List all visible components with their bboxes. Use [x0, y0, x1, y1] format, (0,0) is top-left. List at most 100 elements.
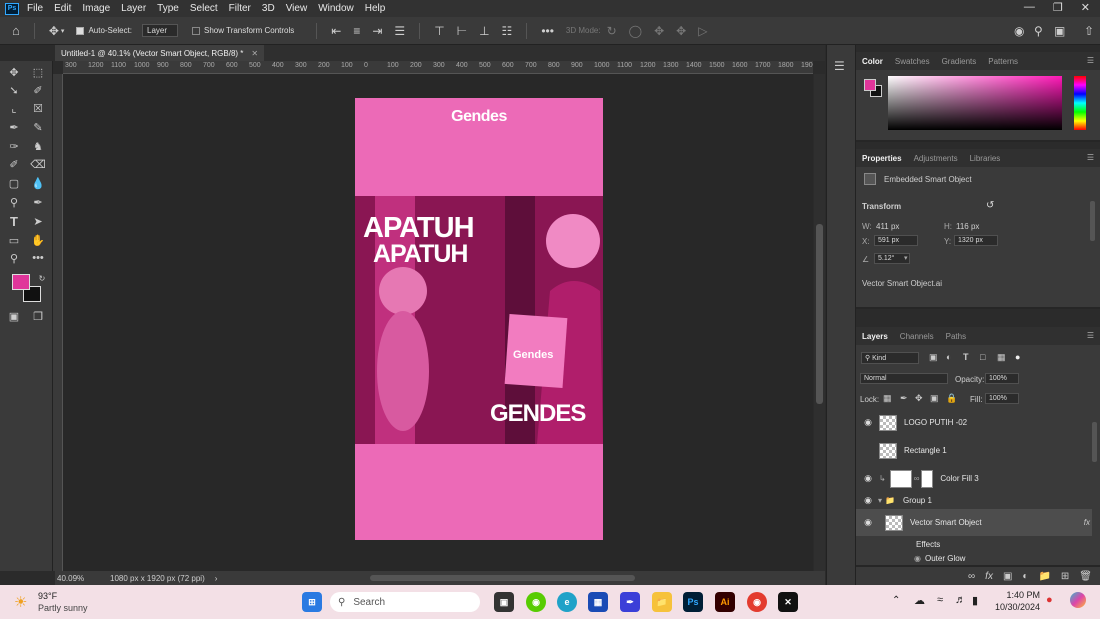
- move-tool-icon[interactable]: ✥: [49, 24, 59, 38]
- y-position-field[interactable]: 1320 px: [954, 235, 998, 246]
- hand-tool-icon[interactable]: ✋: [30, 233, 46, 247]
- lock-all-icon[interactable]: 🔒: [946, 393, 957, 404]
- menu-file[interactable]: File: [27, 3, 43, 14]
- height-value[interactable]: 116 px: [956, 222, 979, 231]
- layer-row-selected[interactable]: ◉ Vector Smart Object fx: [856, 509, 1092, 536]
- photo-layer[interactable]: APATUH APATUH Gendes GENDES: [355, 196, 603, 444]
- auto-select-checkbox[interactable]: [76, 26, 85, 35]
- x-position-field[interactable]: 591 px: [874, 235, 918, 246]
- file-explorer-icon[interactable]: 📁: [652, 592, 672, 612]
- distribute-icon[interactable]: ☰: [394, 24, 405, 38]
- store-icon[interactable]: ▦: [588, 592, 608, 612]
- eyedropper-tool-icon[interactable]: ✒: [6, 120, 22, 134]
- minimize-icon[interactable]: —: [1024, 1, 1035, 14]
- foreground-color-swatch[interactable]: [12, 274, 30, 290]
- volume-icon[interactable]: ♬: [955, 594, 966, 606]
- document-tab[interactable]: Untitled-1 @ 40.1% (Vector Smart Object,…: [55, 45, 265, 61]
- layer-name[interactable]: LOGO PUTIH -02: [904, 418, 967, 427]
- close-icon[interactable]: ✕: [1081, 1, 1090, 14]
- layer-name[interactable]: Group 1: [903, 496, 932, 505]
- layer-row[interactable]: ◉ ↳ ∞ Color Fill 3: [856, 465, 1092, 492]
- new-adjustment-icon[interactable]: ◐: [1022, 571, 1028, 582]
- swap-colors-icon[interactable]: ↻: [34, 271, 50, 285]
- align-center-icon[interactable]: ≡: [353, 24, 360, 38]
- pen-app-icon[interactable]: ✒: [620, 592, 640, 612]
- visibility-eye-icon[interactable]: ◉: [861, 473, 875, 484]
- zoom-tool-icon[interactable]: ⚲: [6, 251, 22, 265]
- illustrator-taskbar-icon[interactable]: Ai: [715, 592, 735, 612]
- search-box[interactable]: ⚲ Search: [330, 592, 480, 612]
- duolingo-icon[interactable]: ◉: [526, 592, 546, 612]
- eraser-tool-icon[interactable]: ⌫: [30, 157, 46, 171]
- lasso-tool-icon[interactable]: ➘: [6, 83, 22, 97]
- more-options-icon[interactable]: •••: [541, 24, 554, 38]
- chrome-icon[interactable]: ◉: [747, 592, 767, 612]
- tab-paths[interactable]: Paths: [946, 332, 966, 341]
- lock-artboard-icon[interactable]: ▣: [930, 393, 939, 404]
- effects-fx-icon[interactable]: fx: [1084, 518, 1090, 527]
- filter-pixel-icon[interactable]: ▣: [929, 352, 938, 363]
- opacity-field[interactable]: 100%: [985, 373, 1019, 384]
- lock-image-icon[interactable]: ✒: [900, 393, 908, 404]
- add-style-icon[interactable]: fx: [985, 571, 993, 582]
- tab-channels[interactable]: Channels: [900, 332, 934, 341]
- layers-scrollbar[interactable]: [1092, 422, 1097, 462]
- tab-swatches[interactable]: Swatches: [895, 57, 930, 66]
- tab-color[interactable]: Color: [862, 57, 883, 66]
- align-top-icon[interactable]: ⊤: [434, 24, 444, 38]
- menu-help[interactable]: Help: [365, 3, 386, 14]
- visibility-eye-icon[interactable]: ◉: [861, 517, 875, 528]
- outer-glow-effect-row[interactable]: ◉ Outer Glow: [856, 553, 1092, 563]
- menu-filter[interactable]: Filter: [229, 3, 251, 14]
- layer-row[interactable]: Rectangle 1: [856, 437, 1092, 464]
- history-brush-tool-icon[interactable]: ✐: [6, 157, 22, 171]
- panel-menu-icon[interactable]: ☰: [1087, 153, 1094, 162]
- wifi-icon[interactable]: ≈: [937, 594, 943, 606]
- tab-layers[interactable]: Layers: [862, 332, 888, 341]
- lock-position-icon[interactable]: ✥: [915, 393, 923, 404]
- menu-type[interactable]: Type: [157, 3, 179, 14]
- new-layer-icon[interactable]: ⊞: [1061, 571, 1069, 582]
- type-tool-icon[interactable]: T: [6, 214, 22, 229]
- filter-toggle-icon[interactable]: ●: [1015, 352, 1020, 362]
- properties-scrollbar[interactable]: [1090, 201, 1095, 241]
- reset-transform-icon[interactable]: ↺: [986, 200, 994, 211]
- tab-properties[interactable]: Properties: [862, 154, 902, 163]
- layer-name[interactable]: Rectangle 1: [904, 446, 947, 455]
- effects-row[interactable]: Effects: [856, 539, 1092, 549]
- healing-brush-tool-icon[interactable]: ✎: [30, 120, 46, 134]
- clock-date[interactable]: 10/30/2024: [990, 602, 1040, 612]
- chevron-down-icon[interactable]: ▾: [61, 27, 65, 35]
- angle-dropdown-icon[interactable]: ▾: [904, 254, 908, 262]
- crop-tool-icon[interactable]: ⌞: [6, 101, 22, 115]
- path-selection-tool-icon[interactable]: ➤: [30, 214, 46, 228]
- tab-adjustments[interactable]: Adjustments: [914, 154, 958, 163]
- user-icon[interactable]: ◉: [1014, 24, 1024, 38]
- tab-gradients[interactable]: Gradients: [942, 57, 977, 66]
- layer-filter-kind-dropdown[interactable]: ⚲ Kind: [861, 352, 919, 364]
- fill-field[interactable]: 100%: [985, 393, 1019, 404]
- vertical-scrollbar-thumb[interactable]: [816, 224, 823, 404]
- visibility-eye-icon[interactable]: ◉: [861, 417, 875, 428]
- add-mask-icon[interactable]: ▣: [1003, 571, 1012, 582]
- panel-menu-icon[interactable]: ☰: [1087, 331, 1094, 340]
- menu-image[interactable]: Image: [82, 3, 110, 14]
- color-picker-field[interactable]: [888, 76, 1062, 130]
- more-tools-icon[interactable]: •••: [30, 251, 46, 265]
- distribute-vertical-icon[interactable]: ☷: [502, 24, 513, 38]
- blur-tool-icon[interactable]: 💧: [30, 176, 46, 190]
- pen-tool-icon[interactable]: ✒: [30, 195, 46, 209]
- quick-select-tool-icon[interactable]: ✐: [30, 83, 46, 97]
- blend-mode-dropdown[interactable]: Normal: [860, 373, 948, 384]
- menu-edit[interactable]: Edit: [54, 3, 71, 14]
- filter-smart-object-icon[interactable]: ▦: [997, 352, 1006, 363]
- layer-name[interactable]: Vector Smart Object: [910, 518, 982, 527]
- menu-layer[interactable]: Layer: [121, 3, 146, 14]
- tab-libraries[interactable]: Libraries: [970, 154, 1001, 163]
- restore-icon[interactable]: ❐: [1053, 1, 1063, 14]
- new-group-icon[interactable]: 📁: [1038, 571, 1050, 582]
- brush-tool-icon[interactable]: ✑: [6, 139, 22, 153]
- auto-select-target-dropdown[interactable]: Layer: [142, 24, 179, 37]
- move-tool-icon[interactable]: ✥: [6, 65, 22, 79]
- align-bottom-icon[interactable]: ⊥: [479, 24, 489, 38]
